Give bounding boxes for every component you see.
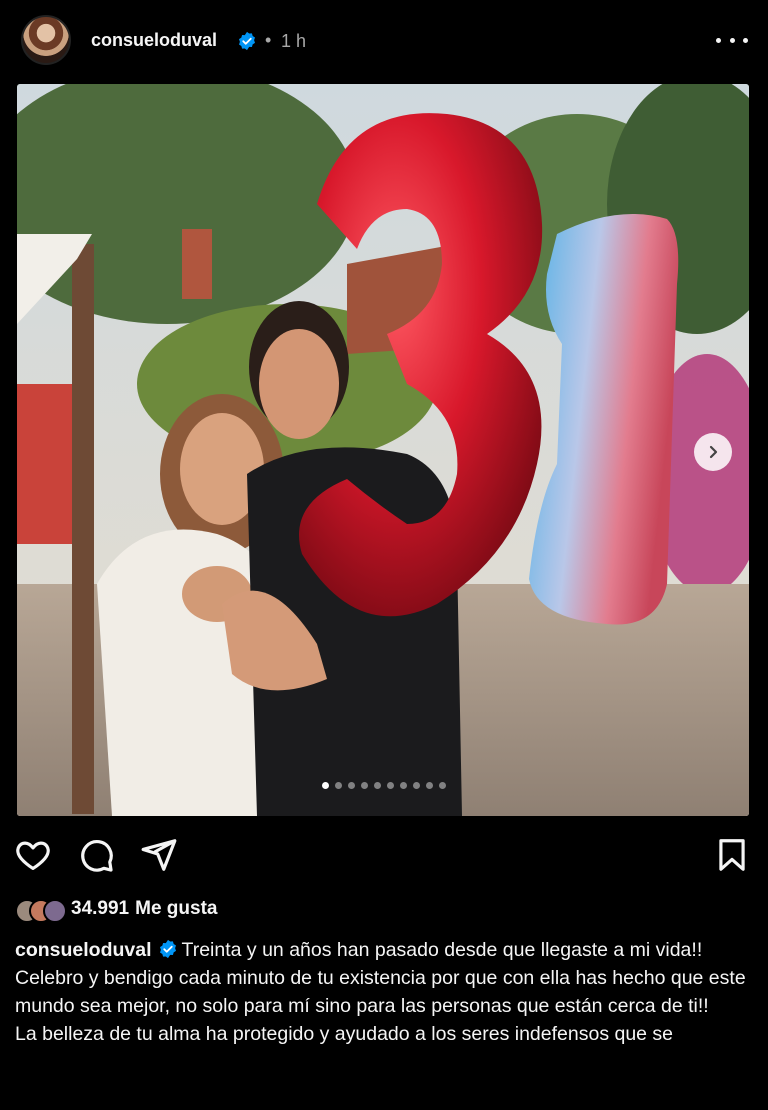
verified-badge-icon xyxy=(159,939,176,959)
carousel-dot xyxy=(361,782,368,789)
carousel-dot xyxy=(374,782,381,789)
carousel-dot xyxy=(387,782,394,789)
dot-icon xyxy=(716,37,721,43)
avatar[interactable] xyxy=(21,15,71,65)
post-time[interactable]: 1 h xyxy=(281,31,306,52)
send-icon[interactable] xyxy=(140,836,178,874)
caption-text: Celebro y bendigo cada minuto de tu exis… xyxy=(15,967,746,1017)
carousel-dot xyxy=(322,782,329,789)
separator-dot: • xyxy=(265,30,272,50)
likes-label: Me gusta xyxy=(135,898,218,919)
caption-line: consueloduval Treinta y un años han pasad… xyxy=(15,936,753,964)
next-slide-button[interactable] xyxy=(694,433,732,471)
likes-count: 34.991 xyxy=(71,898,130,919)
post-image[interactable] xyxy=(17,84,749,816)
carousel-dot xyxy=(400,782,407,789)
photo-illustration xyxy=(17,84,749,816)
liker-avatars xyxy=(15,897,67,923)
caption-username[interactable]: consueloduval xyxy=(15,939,152,961)
avatar xyxy=(43,899,67,923)
carousel-dot xyxy=(413,782,420,789)
dot-icon xyxy=(743,37,748,43)
caption-text: Treinta y un años han pasado desde que l… xyxy=(181,939,703,961)
post-header: consueloduval • 1 h xyxy=(0,0,768,82)
carousel-indicator xyxy=(0,782,768,789)
dot-icon xyxy=(729,37,735,43)
likes-row[interactable]: 34.991 Me gusta xyxy=(15,896,218,923)
username-link[interactable]: consueloduval xyxy=(91,30,217,51)
carousel-dot xyxy=(348,782,355,789)
verified-badge-icon xyxy=(239,31,255,51)
more-options-button[interactable] xyxy=(716,29,748,51)
post-actions xyxy=(0,836,768,876)
carousel-dot xyxy=(439,782,446,789)
carousel-dot xyxy=(426,782,433,789)
caption: consueloduval Treinta y un años han pasad… xyxy=(15,936,753,1048)
carousel-dot xyxy=(335,782,342,789)
chevron-right-icon xyxy=(709,445,718,459)
comment-icon[interactable] xyxy=(77,836,115,874)
caption-text: La belleza de tu alma ha protegido y ayu… xyxy=(15,1023,674,1045)
bookmark-icon[interactable] xyxy=(713,836,751,874)
heart-icon[interactable] xyxy=(14,836,52,874)
